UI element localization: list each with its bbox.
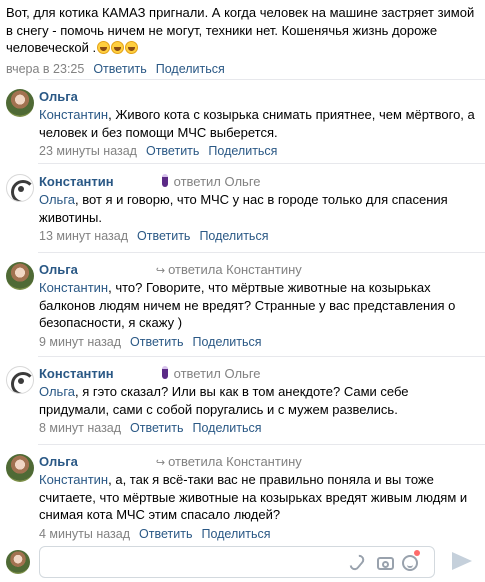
mention-link[interactable]: Константин <box>39 107 108 122</box>
avatar[interactable] <box>6 366 34 394</box>
reply-button[interactable]: Ответить <box>93 62 146 76</box>
avatar <box>6 550 30 574</box>
reply-button[interactable]: Ответить <box>146 144 199 158</box>
laughing-emoji-icon <box>125 41 139 54</box>
notification-dot-icon <box>414 550 420 556</box>
comment-time[interactable]: 8 минут назад <box>39 421 121 435</box>
avatar[interactable] <box>6 89 34 117</box>
divider <box>38 356 485 357</box>
comment-text: , вот я и говорю, что МЧС у нас в городе… <box>39 192 448 225</box>
reply-to-link[interactable]: ответил Ольге <box>174 174 261 189</box>
comment-time[interactable]: 13 минут назад <box>39 229 128 243</box>
comment-time[interactable]: 4 минуты назад <box>39 527 130 541</box>
comment-author[interactable]: Ольга <box>39 262 78 277</box>
reply-to-link[interactable]: ответила Константину <box>168 262 302 277</box>
laughing-emoji-icon <box>97 41 111 54</box>
share-button[interactable]: Поделиться <box>156 62 225 76</box>
reply-button[interactable]: Ответить <box>137 229 190 243</box>
divider <box>38 163 485 164</box>
comment-text: , я гэто сказал? Или вы как в том анекдо… <box>39 384 409 417</box>
avatar[interactable] <box>6 454 34 482</box>
divider <box>38 252 485 253</box>
camera-icon[interactable] <box>377 557 394 570</box>
reply-to-link[interactable]: ответила Константину <box>168 454 302 469</box>
share-button[interactable]: Поделиться <box>192 335 261 349</box>
smile-icon[interactable] <box>402 555 418 571</box>
comment-author[interactable]: Ольга <box>39 89 78 104</box>
post-text: Вот, для котика КАМАЗ пригнали. А когда … <box>6 5 475 55</box>
comment-composer <box>0 540 485 582</box>
avatar[interactable] <box>6 262 34 290</box>
torch-icon <box>161 366 168 379</box>
share-button[interactable]: Поделиться <box>201 527 270 541</box>
mention-link[interactable]: Ольга <box>39 384 75 399</box>
reply-button[interactable]: Ответить <box>139 527 192 541</box>
post-meta: вчера в 23:25 Ответить Поделиться <box>6 61 476 77</box>
reply-arrow-icon: ↪ <box>155 457 166 469</box>
comment-input[interactable] <box>48 553 348 571</box>
paperclip-icon[interactable] <box>347 552 367 573</box>
comment-author[interactable]: Ольга <box>39 454 78 469</box>
post-time[interactable]: вчера в 23:25 <box>6 62 84 76</box>
comment-input-box[interactable] <box>39 546 435 578</box>
comment-author[interactable]: Константин <box>39 366 114 381</box>
comment-time[interactable]: 23 минуты назад <box>39 144 137 158</box>
share-button[interactable]: Поделиться <box>208 144 277 158</box>
divider <box>38 444 485 445</box>
share-button[interactable]: Поделиться <box>199 229 268 243</box>
send-icon[interactable] <box>452 552 472 570</box>
mention-link[interactable]: Ольга <box>39 192 75 207</box>
reply-arrow-icon: ↪ <box>155 265 166 277</box>
reply-button[interactable]: Ответить <box>130 421 183 435</box>
reply-to-link[interactable]: ответил Ольге <box>174 366 261 381</box>
reply-button[interactable]: Ответить <box>130 335 183 349</box>
mention-link[interactable]: Константин <box>39 280 108 295</box>
avatar[interactable] <box>6 174 34 202</box>
mention-link[interactable]: Константин <box>39 472 108 487</box>
divider <box>38 79 485 80</box>
comment-time[interactable]: 9 минут назад <box>39 335 121 349</box>
post: Вот, для котика КАМАЗ пригнали. А когда … <box>6 4 476 77</box>
comment-author[interactable]: Константин <box>39 174 114 189</box>
laughing-emoji-icon <box>111 41 125 54</box>
share-button[interactable]: Поделиться <box>192 421 261 435</box>
torch-icon <box>161 174 168 187</box>
